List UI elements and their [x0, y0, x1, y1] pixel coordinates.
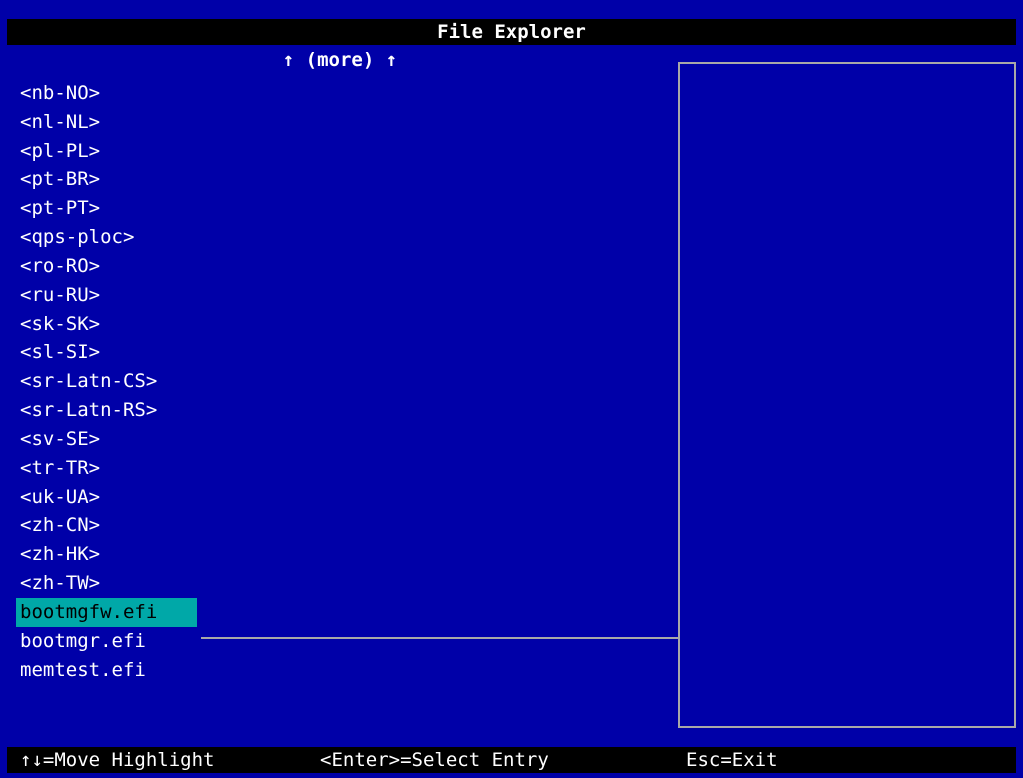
- list-item[interactable]: <sk-SK>: [16, 310, 197, 339]
- list-item[interactable]: <uk-UA>: [16, 483, 197, 512]
- list-item[interactable]: bootmgr.efi: [16, 627, 197, 656]
- list-item[interactable]: <pt-PT>: [16, 194, 197, 223]
- list-item[interactable]: memtest.efi: [16, 656, 197, 685]
- file-list: <nb-NO> <nl-NL> <pl-PL> <pt-BR> <pt-PT> …: [16, 79, 197, 684]
- title-bar: File Explorer: [7, 19, 1016, 45]
- list-item[interactable]: <sr-Latn-RS>: [16, 396, 197, 425]
- exit-hint: Esc=Exit: [686, 749, 778, 771]
- list-item[interactable]: <pl-PL>: [16, 137, 197, 166]
- select-entry-hint: <Enter>=Select Entry: [320, 749, 549, 771]
- list-item[interactable]: <ro-RO>: [16, 252, 197, 281]
- selected-row: bootmgfw.efi: [16, 597, 197, 627]
- list-item[interactable]: <zh-CN>: [16, 511, 197, 540]
- list-item[interactable]: <zh-HK>: [16, 540, 197, 569]
- help-panel: [678, 62, 1016, 728]
- list-item[interactable]: <pt-BR>: [16, 165, 197, 194]
- list-item[interactable]: <sl-SI>: [16, 338, 197, 367]
- move-highlight-hint: ↑↓=Move Highlight: [20, 749, 215, 771]
- list-item[interactable]: <sr-Latn-CS>: [16, 367, 197, 396]
- bios-screen: File Explorer ↑ (more) ↑ <nb-NO> <nl-NL>…: [0, 0, 1023, 778]
- scroll-up-indicator[interactable]: ↑ (more) ↑: [7, 49, 673, 71]
- list-item-selected[interactable]: bootmgfw.efi: [16, 597, 197, 627]
- list-item[interactable]: <nl-NL>: [16, 108, 197, 137]
- window-title: File Explorer: [437, 21, 586, 43]
- status-bar: ↑↓=Move Highlight <Enter>=Select Entry E…: [7, 747, 1016, 773]
- list-item[interactable]: <nb-NO>: [16, 79, 197, 108]
- list-item[interactable]: <sv-SE>: [16, 425, 197, 454]
- list-item[interactable]: <tr-TR>: [16, 454, 197, 483]
- help-connector-line: [201, 637, 679, 639]
- list-item[interactable]: <ru-RU>: [16, 281, 197, 310]
- list-item[interactable]: <zh-TW>: [16, 569, 197, 598]
- list-item[interactable]: <qps-ploc>: [16, 223, 197, 252]
